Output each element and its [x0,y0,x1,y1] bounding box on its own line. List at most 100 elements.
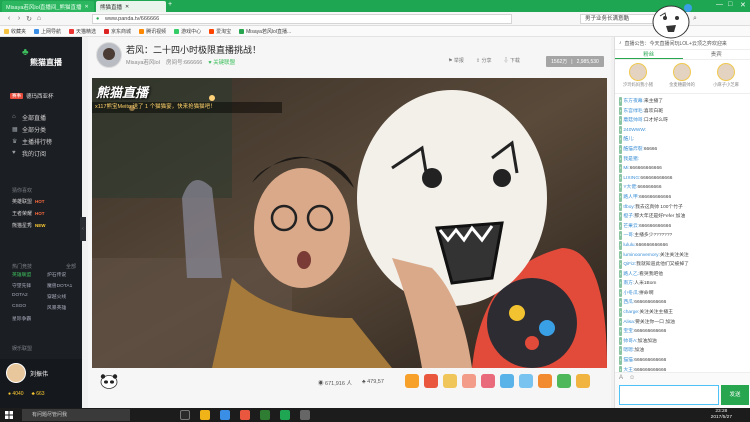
gift-icon[interactable] [557,374,571,388]
follow-button[interactable]: ♥ 关键联盟 [208,58,235,66]
chat-username[interactable]: 帅哥A: [623,339,637,344]
streamer-name[interactable]: Misaya若风lol [126,58,160,66]
sidebar-item-subscriptions[interactable]: ♥ 我的订阅 [0,147,82,159]
game-link[interactable]: 英雄联盟 [12,271,47,278]
chat-username[interactable]: 路人甲: [623,195,639,200]
close-icon[interactable]: ✕ [84,4,88,10]
chat-username[interactable]: Y大佬: [623,185,637,190]
explorer-icon[interactable] [200,410,210,420]
chat-username[interactable]: charge: [623,310,639,315]
game-link[interactable]: 炉石传说 [47,271,82,278]
chat-username[interactable]: 路人乙: [623,272,639,277]
chat-username[interactable]: 猫猫: [623,358,634,363]
sidebar-item-all-categories[interactable]: ▦ 全部分类 [0,123,82,135]
gift-icon[interactable] [405,374,419,388]
sidebar-item-all-live[interactable]: ⌂ 全部直播 [0,111,82,123]
maximize-icon[interactable]: □ [728,1,732,8]
bookmark-item[interactable]: 腾讯视频 [139,28,166,35]
chat-username[interactable]: 东方夜幕: [623,99,644,104]
system-clock[interactable]: 23:28 2017/5/27 [711,409,732,421]
chat-username[interactable]: 酷猫炸裂: [623,147,644,152]
sidebar-tag[interactable]: 熊猫星秀 NEW [0,219,82,231]
game-link[interactable]: 守望先锋 [12,282,47,289]
chat-username[interactable]: lululu: [623,243,636,248]
home-icon[interactable]: ⌂ [34,15,44,22]
game-link[interactable]: 穿越火线 [47,293,82,300]
game-link[interactable]: DOTA2 [12,293,47,300]
more-link[interactable]: 全部 [66,263,76,270]
logo[interactable]: ♣ 熊猫直播 [18,45,66,69]
tab-room[interactable]: Misaya若风lol直播间_熊猫直播 ✕ [2,1,94,12]
new-tab-icon[interactable]: + [168,1,172,8]
gift-icon[interactable] [462,374,476,388]
chat-username[interactable]: 宝宝: [623,329,634,334]
store-icon[interactable] [240,410,250,420]
gift-icon[interactable] [519,374,533,388]
bookmark-item[interactable]: 天猫精选 [69,28,96,35]
tab-fans[interactable]: 粉丝 [615,50,683,59]
edge-icon[interactable] [220,410,230,420]
rank-item[interactable]: 小麻子小芝麻 [709,63,743,88]
chat-username[interactable]: luminoonvemory: [623,253,660,258]
rank-item[interactable]: 金麦穗最帅的 [665,63,699,88]
bookmark-item[interactable]: 爱淘宝 [209,28,231,35]
rank-item[interactable]: 汐玲妈妈我小猪 [621,63,655,88]
panda-browser-icon[interactable] [260,410,270,420]
gift-icon[interactable] [576,374,590,388]
gift-icon[interactable] [443,374,457,388]
chat-username[interactable]: 240WWW: [623,128,646,133]
bookmark-item[interactable]: 上网导航 [34,28,61,35]
chat-username[interactable]: QiFi2: [623,262,636,267]
tab-panda[interactable]: 熊猫直播 ✕ [96,1,166,12]
tab-vip[interactable]: 贵宾 [683,50,750,59]
avatar[interactable] [6,363,26,383]
video-player[interactable]: 熊猫直播 x117熊宝Meito 送了 1 个猫猫宴，快来抢猫猫吧！ [92,78,607,368]
chat-username[interactable]: 小冬瓜: [623,291,639,296]
gift-icon[interactable] [424,374,438,388]
font-icon[interactable]: A [619,375,623,381]
close-window-icon[interactable]: ✕ [740,1,746,9]
back-icon[interactable]: ‹ [4,15,14,22]
sidebar-item-ranking[interactable]: ♛ 主播排行榜 [0,135,82,147]
chat-username[interactable]: 南方: [623,281,634,286]
chat-username[interactable]: tfboy: [623,205,635,210]
game-link[interactable]: 风暴英雄 [47,304,82,311]
chat-username[interactable]: 我是猪: [623,157,639,162]
user-name[interactable]: 刘振伟 [30,369,48,378]
streamer-avatar[interactable] [96,42,122,68]
chat-username[interactable]: Alisa: [623,320,635,325]
chat-username[interactable]: 一哥: [623,233,634,238]
chat-username[interactable]: 嗯嗯: [623,348,634,353]
send-button[interactable]: 发送 [721,385,749,405]
close-icon[interactable]: ✕ [125,4,129,10]
taskbar-search[interactable]: 有问题尽管问我 [22,409,130,421]
bookmark-item[interactable]: Misaya若风lol直播... [239,28,291,35]
download-button[interactable]: ⇩ 下载 [504,57,520,64]
gift-icon[interactable] [500,374,514,388]
gift-icon[interactable] [538,374,552,388]
bookmark-item[interactable]: 收藏夹 [4,28,26,35]
game-link[interactable]: CSGO [12,304,47,311]
chat-username[interactable]: 蘑菇帅哥: [623,118,644,123]
game-link[interactable]: 星际争霸 [12,315,47,322]
promo-cup[interactable]: 赛事 德玛西亚杯 [10,92,54,100]
game-link[interactable]: 魔兽DOTA1 [47,282,82,289]
chat-username[interactable]: LIXING: [623,176,640,181]
forward-icon[interactable]: › [14,15,24,22]
windows-start-icon[interactable] [5,411,13,419]
task-view-icon[interactable] [180,410,190,420]
gift-icon[interactable] [481,374,495,388]
share-button[interactable]: ⇪ 分享 [476,57,492,64]
refresh-icon[interactable]: ↻ [24,15,34,23]
chat-username[interactable]: 芒果云: [623,224,639,229]
collapse-sidebar-icon[interactable]: ‹ [80,217,86,241]
chat-username[interactable]: 东宫绿毛: [623,109,644,114]
sidebar-tag[interactable]: 英雄联盟 HOT [0,195,82,207]
emoji-icon[interactable]: ☺ [629,375,635,381]
chat-username[interactable]: 橙子: [623,214,634,219]
url-input[interactable]: ● www.panda.tv/666666 [92,14,512,24]
chat-input[interactable] [619,385,719,405]
chat-username[interactable]: 西瓜: [623,300,634,305]
sidebar-tag[interactable]: 王者荣耀 HOT [0,207,82,219]
wechat-icon[interactable] [280,410,290,420]
